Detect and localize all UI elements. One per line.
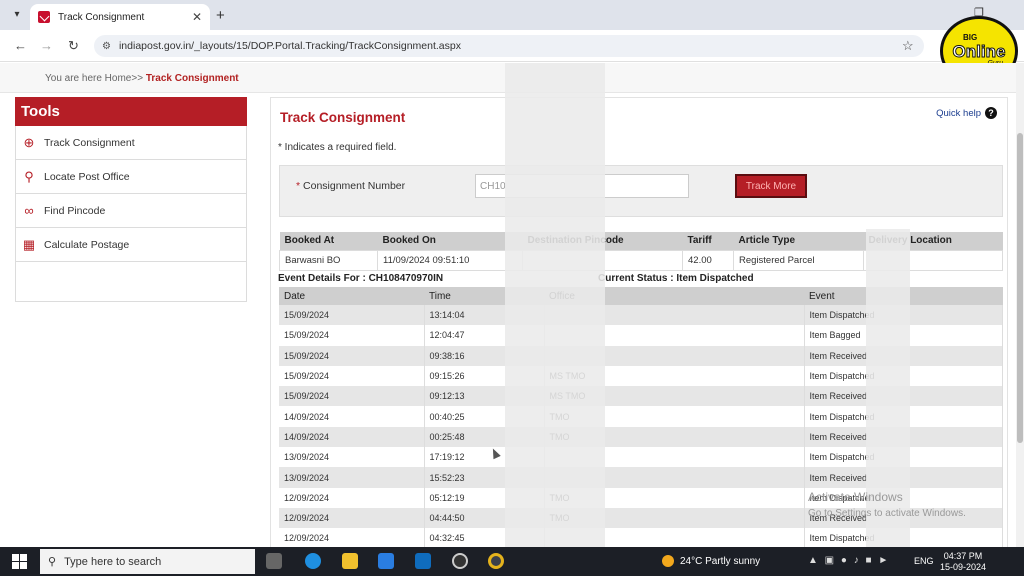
column-header: Booked At: [279, 232, 378, 250]
back-icon[interactable]: ←: [14, 38, 27, 53]
store-icon[interactable]: [378, 553, 394, 569]
windows-taskbar: ⚲ Type here to search 24°C Partly sunny …: [0, 547, 1024, 576]
watermark-title: Activate Windows: [808, 490, 903, 504]
system-tray-icons[interactable]: ▲ ▣ ● ♪ ■ ►: [808, 555, 890, 566]
new-tab-icon[interactable]: +: [216, 7, 225, 24]
url-text: indiapost.gov.in/_layouts/15/DOP.Portal.…: [118, 40, 461, 52]
event-details-title: Event Details For : CH108470970IN: [278, 273, 444, 284]
calculator-icon: ▦: [22, 236, 36, 252]
table-cell: Barwasni BO: [279, 249, 378, 271]
partly-sunny-icon: [662, 555, 674, 567]
taskbar-search-input[interactable]: ⚲ Type here to search: [40, 549, 255, 574]
required-field-note: * Indicates a required field.: [278, 142, 397, 153]
sidebar-item-find-pincode[interactable]: ∞ Find Pincode: [15, 194, 247, 228]
clock-date: 15-09-2024: [940, 562, 987, 572]
table-cell: 13/09/2024: [279, 467, 425, 488]
table-cell: 12/09/2024: [279, 487, 425, 508]
sidebar-item-locate-post-office[interactable]: ⚲ Locate Post Office: [15, 160, 247, 194]
privacy-blur: [505, 63, 605, 547]
table-cell: 15/09/2024: [279, 345, 425, 366]
column-header: Tariff: [682, 232, 734, 250]
weather-text: 24°C Partly sunny: [680, 555, 761, 567]
web-page: You are here Home>> Track Consignment To…: [0, 63, 1016, 547]
binoculars-icon: ∞: [24, 202, 34, 218]
sidebar-spacer: [15, 262, 247, 302]
windows-start-icon[interactable]: [12, 554, 27, 569]
page-scrollbar[interactable]: [1016, 63, 1024, 547]
quick-help-link[interactable]: Quick help ?: [936, 107, 997, 119]
table-cell: 14/09/2024: [279, 406, 425, 427]
tools-title: Tools: [15, 97, 247, 126]
table-cell: 11/09/2024 09:51:10: [377, 249, 523, 271]
task-view-icon[interactable]: [266, 553, 282, 569]
consignment-number-label-text: Consignment Number: [303, 180, 406, 192]
browser-tab[interactable]: Track Consignment ✕: [30, 4, 210, 30]
tab-list-icon[interactable]: ▾: [8, 6, 26, 24]
logo-main-text: Online: [952, 42, 1006, 62]
search-placeholder: Type here to search: [64, 555, 162, 568]
current-status: Current Status : Item Dispatched: [598, 273, 754, 284]
map-pin-icon: ⚲: [24, 168, 34, 184]
scrollbar-thumb[interactable]: [1017, 133, 1023, 443]
logo-top-text: BIG: [963, 33, 978, 42]
table-cell: 15/09/2024: [279, 365, 425, 387]
weather-widget[interactable]: 24°C Partly sunny: [662, 555, 760, 567]
table-cell: 14/09/2024: [279, 426, 425, 448]
sidebar-item-track-consignment[interactable]: ⊕ Track Consignment: [15, 126, 247, 160]
help-icon: ?: [985, 107, 997, 119]
crosshair-icon: ⊕: [23, 134, 35, 150]
table-cell: 15/09/2024: [279, 305, 425, 326]
taskbar-clock[interactable]: 04:37 PM 15-09-2024: [940, 551, 986, 573]
table-cell: 12/09/2024: [279, 507, 425, 529]
column-header: Booked On: [377, 232, 523, 250]
table-cell: 15/09/2024: [279, 386, 425, 407]
column-header: Article Type: [733, 232, 864, 250]
table-cell: 12/09/2024: [279, 528, 425, 547]
watermark-subtitle: Go to Settings to activate Windows.: [808, 508, 966, 519]
sidebar-item-calculate-postage[interactable]: ▦ Calculate Postage: [15, 228, 247, 262]
breadcrumb-prefix[interactable]: You are here Home>>: [45, 73, 143, 84]
tab-title: Track Consignment: [58, 11, 145, 23]
table-cell: Registered Parcel: [733, 249, 864, 271]
url-field[interactable]: ⚙ indiapost.gov.in/_layouts/15/DOP.Porta…: [94, 35, 924, 57]
clock-time: 04:37 PM: [943, 551, 983, 561]
sidebar-item-label: Find Pincode: [44, 204, 106, 217]
sidebar-item-label: Locate Post Office: [44, 170, 130, 183]
site-info-icon[interactable]: ⚙: [102, 41, 111, 52]
table-cell: 13/09/2024: [279, 447, 425, 468]
mail-icon[interactable]: [415, 553, 431, 569]
breadcrumb-current: Track Consignment: [145, 73, 239, 84]
bookmark-star-icon[interactable]: ☆: [902, 38, 914, 54]
table-cell: 42.00: [682, 249, 734, 271]
sidebar-item-label: Calculate Postage: [44, 238, 130, 251]
table-cell: 15/09/2024: [279, 325, 425, 346]
file-explorer-icon[interactable]: [342, 553, 358, 569]
sidebar-item-label: Track Consignment: [44, 136, 135, 149]
browser-tab-bar: ▾ Track Consignment ✕ + ❐: [0, 0, 1024, 30]
close-tab-icon[interactable]: ✕: [192, 10, 202, 24]
page-title: Track Consignment: [280, 110, 406, 125]
app-icon[interactable]: [452, 553, 468, 569]
activate-windows-watermark: Activate Windows Go to Settings to activ…: [808, 490, 966, 519]
consignment-number-label: * Consignment Number: [296, 180, 405, 192]
forward-icon[interactable]: →: [40, 38, 53, 53]
address-bar: ← → ↻ ⚙ indiapost.gov.in/_layouts/15/DOP…: [0, 30, 1024, 62]
chrome-icon[interactable]: [488, 553, 504, 569]
quick-help-label: Quick help: [936, 107, 981, 119]
tracking-form: * Consignment Number Track More: [279, 165, 1003, 217]
edge-browser-icon[interactable]: [305, 553, 321, 569]
language-indicator[interactable]: ENG: [914, 556, 934, 566]
search-icon: ⚲: [48, 556, 57, 568]
required-star: *: [296, 180, 301, 192]
reload-icon[interactable]: ↻: [68, 38, 79, 54]
site-favicon-icon: [38, 11, 50, 23]
column-header: Date: [279, 287, 424, 305]
track-more-button[interactable]: Track More: [735, 174, 807, 198]
tools-sidebar: Tools ⊕ Track Consignment ⚲ Locate Post …: [15, 97, 247, 302]
